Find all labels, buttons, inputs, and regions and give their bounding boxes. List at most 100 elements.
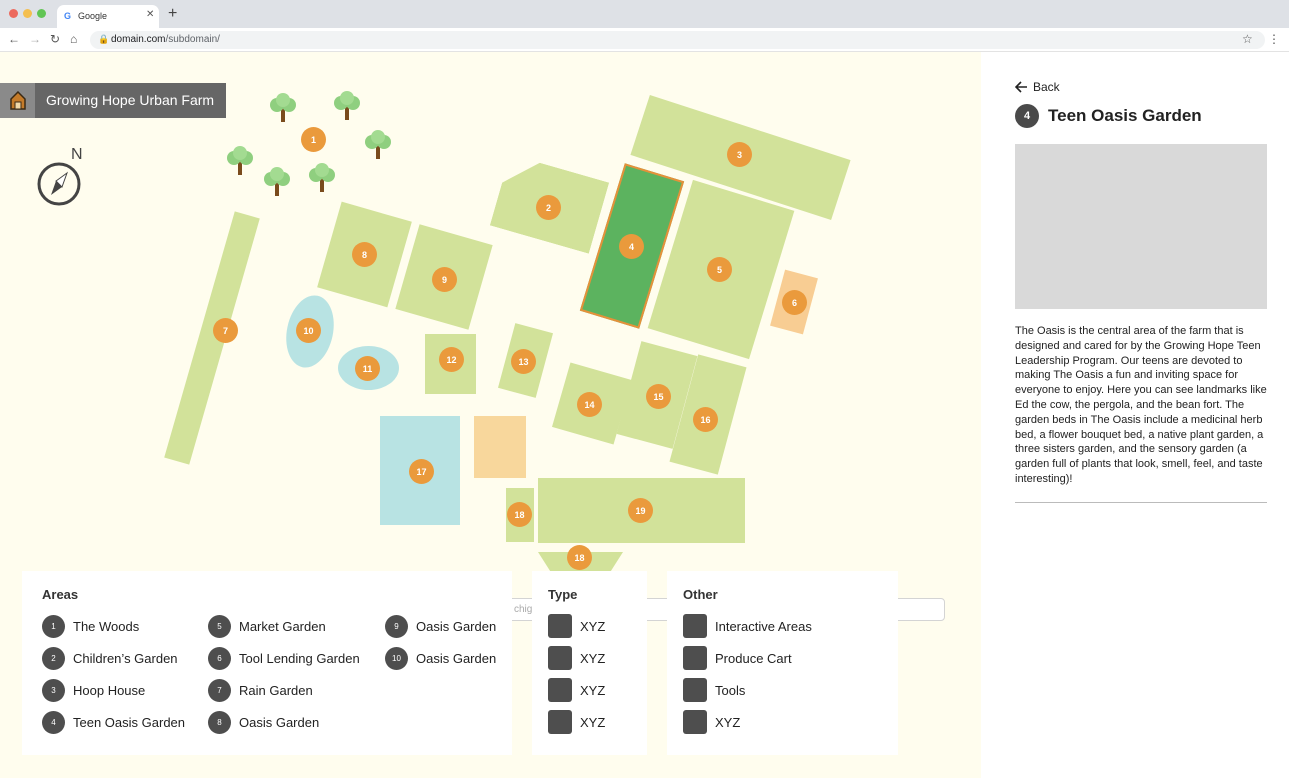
back-button[interactable]: Back bbox=[1015, 80, 1060, 94]
tree-icon bbox=[269, 92, 297, 129]
legend-type-item[interactable]: XYZ bbox=[548, 646, 605, 670]
home-icon[interactable]: ⌂ bbox=[70, 32, 77, 46]
map-marker[interactable]: 8 bbox=[352, 242, 377, 267]
forward-arrow-icon[interactable]: → bbox=[29, 32, 41, 46]
lock-icon: 🔒 bbox=[98, 34, 110, 44]
legend-area-item[interactable]: 10 Oasis Garden bbox=[385, 646, 496, 670]
browser-toolbar: ← → ↻ ⌂ 🔒 domain.com/subdomain/ ☆ ⋮ bbox=[0, 28, 1289, 52]
map-marker[interactable]: 18 bbox=[567, 545, 592, 570]
legend-type-swatch bbox=[548, 646, 572, 670]
legend-area-number: 3 bbox=[42, 678, 65, 702]
legend-area-item[interactable]: 3 Hoop House bbox=[42, 678, 145, 702]
map-marker[interactable]: 17 bbox=[409, 459, 434, 484]
map-marker[interactable]: 14 bbox=[577, 392, 602, 417]
legend-other-swatch bbox=[683, 614, 707, 638]
window-minimize-button[interactable] bbox=[23, 9, 32, 18]
tree-icon bbox=[263, 166, 291, 203]
map-marker[interactable]: 13 bbox=[511, 349, 536, 374]
address-bar[interactable]: 🔒 domain.com/subdomain/ ☆ bbox=[90, 31, 1265, 49]
legend-area-label: Market Garden bbox=[239, 618, 326, 634]
farm-logo-icon bbox=[0, 83, 35, 118]
legend-area-label: Tool Lending Garden bbox=[239, 650, 360, 666]
farm-header: Growing Hope Urban Farm bbox=[0, 83, 227, 118]
google-favicon-icon: G bbox=[64, 11, 72, 21]
legend-area-number: 10 bbox=[385, 646, 408, 670]
legend-area-number: 8 bbox=[208, 710, 231, 734]
legend-type-item[interactable]: XYZ bbox=[548, 710, 605, 734]
map-marker[interactable]: 10 bbox=[296, 318, 321, 343]
divider bbox=[1015, 502, 1267, 503]
legend-area-item[interactable]: 2 Children’s Garden bbox=[42, 646, 178, 670]
window-close-button[interactable] bbox=[9, 9, 18, 18]
tab-close-icon[interactable]: ✕ bbox=[146, 9, 154, 20]
map-marker[interactable]: 2 bbox=[536, 195, 561, 220]
legend-area-number: 1 bbox=[42, 614, 65, 638]
legend-area-item[interactable]: 1 The Woods bbox=[42, 614, 139, 638]
legend-type-label: XYZ bbox=[580, 650, 606, 666]
legend-other-swatch bbox=[683, 646, 707, 670]
reload-icon[interactable]: ↻ bbox=[50, 32, 60, 46]
arrow-left-icon bbox=[1015, 81, 1027, 93]
legend-area-label: Children’s Garden bbox=[73, 650, 178, 666]
legend-type-title: Type bbox=[548, 587, 578, 602]
legend-area-item[interactable]: 6 Tool Lending Garden bbox=[208, 646, 360, 670]
legend-area-number: 9 bbox=[385, 614, 408, 638]
legend-area-item[interactable]: 8 Oasis Garden bbox=[208, 710, 319, 734]
map-marker[interactable]: 3 bbox=[727, 142, 752, 167]
legend-area-item[interactable]: 7 Rain Garden bbox=[208, 678, 313, 702]
legend-other-item[interactable]: Produce Cart bbox=[683, 646, 792, 670]
map-marker[interactable]: 4 bbox=[619, 234, 644, 259]
map-marker[interactable]: 15 bbox=[646, 384, 671, 409]
legend-other-swatch bbox=[683, 710, 707, 734]
back-arrow-icon[interactable]: ← bbox=[8, 32, 20, 46]
legend-type: Type XYZ XYZ XYZ XYZ bbox=[532, 571, 647, 755]
back-label: Back bbox=[1033, 80, 1060, 94]
map-marker[interactable]: 19 bbox=[628, 498, 653, 523]
map-marker[interactable]: 16 bbox=[693, 407, 718, 432]
tree-icon bbox=[226, 145, 254, 182]
map-marker[interactable]: 5 bbox=[707, 257, 732, 282]
tab-title: Google bbox=[78, 11, 108, 21]
legend-area-number: 7 bbox=[208, 678, 231, 702]
detail-title: Teen Oasis Garden bbox=[1048, 106, 1202, 125]
legend-type-item[interactable]: XYZ bbox=[548, 678, 605, 702]
plot-sand[interactable] bbox=[474, 416, 526, 478]
legend-type-label: XYZ bbox=[580, 714, 606, 730]
legend-other-item[interactable]: Interactive Areas bbox=[683, 614, 812, 638]
browser-menu-icon[interactable]: ⋮ bbox=[1268, 32, 1280, 46]
legend-other-item[interactable]: Tools bbox=[683, 678, 745, 702]
map-marker[interactable]: 9 bbox=[432, 267, 457, 292]
legend-area-label: The Woods bbox=[73, 618, 140, 634]
url-text: domain.com/subdomain/ bbox=[111, 34, 220, 45]
compass: N bbox=[36, 146, 86, 206]
bookmark-star-icon[interactable]: ☆ bbox=[1242, 32, 1253, 46]
legend-type-swatch bbox=[548, 614, 572, 638]
legend-area-number: 5 bbox=[208, 614, 231, 638]
legend-other-label: Interactive Areas bbox=[715, 618, 812, 634]
window-zoom-button[interactable] bbox=[37, 9, 46, 18]
map-marker[interactable]: 1 bbox=[301, 127, 326, 152]
legend-area-item[interactable]: 9 Oasis Garden bbox=[385, 614, 496, 638]
farm-map[interactable]: Growing Hope Urban Farm N 1 2 3 4 5 6 7 … bbox=[0, 52, 981, 778]
map-marker[interactable]: 11 bbox=[355, 356, 380, 381]
detail-header: 4 Teen Oasis Garden bbox=[1015, 104, 1202, 128]
legend-area-label: Oasis Garden bbox=[416, 618, 497, 634]
tree-icon bbox=[333, 90, 361, 127]
legend-other-item[interactable]: XYZ bbox=[683, 710, 740, 734]
legend-type-label: XYZ bbox=[580, 618, 606, 634]
plot-rain-garden[interactable] bbox=[164, 211, 260, 465]
legend-area-item[interactable]: 4 Teen Oasis Garden bbox=[42, 710, 185, 734]
tree-icon bbox=[364, 129, 392, 166]
map-marker[interactable]: 7 bbox=[213, 318, 238, 343]
legend-type-item[interactable]: XYZ bbox=[548, 614, 605, 638]
legend-area-number: 6 bbox=[208, 646, 231, 670]
map-marker[interactable]: 6 bbox=[782, 290, 807, 315]
legend-other-swatch bbox=[683, 678, 707, 702]
browser-tab[interactable]: G Google ✕ bbox=[57, 5, 159, 28]
legend-other-title: Other bbox=[683, 587, 718, 602]
legend-other-label: Tools bbox=[715, 682, 746, 698]
new-tab-icon[interactable]: + bbox=[168, 6, 177, 22]
map-marker[interactable]: 12 bbox=[439, 347, 464, 372]
map-marker[interactable]: 18 bbox=[507, 502, 532, 527]
legend-area-item[interactable]: 5 Market Garden bbox=[208, 614, 326, 638]
